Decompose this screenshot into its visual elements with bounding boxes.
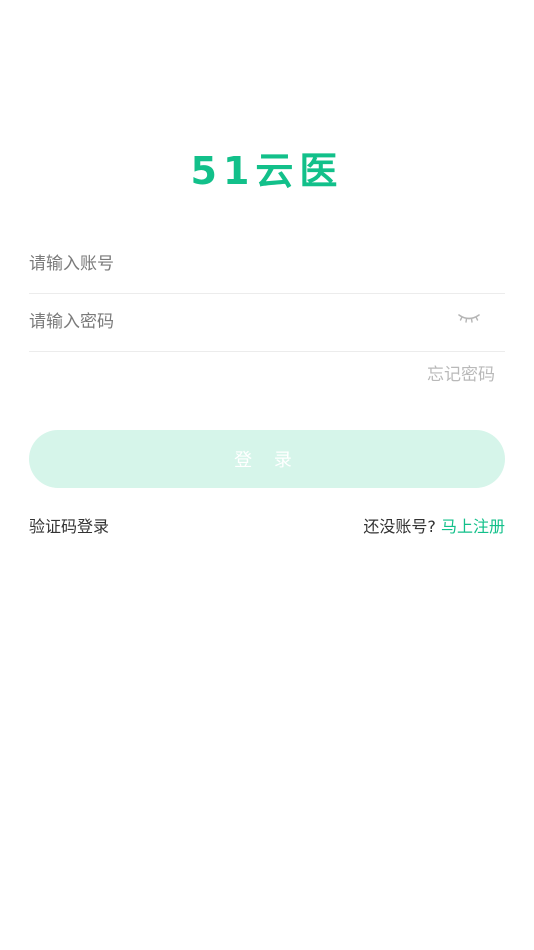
register-link[interactable]: 马上注册 [441, 517, 505, 536]
password-input[interactable] [29, 294, 449, 350]
password-field-row [29, 294, 505, 352]
register-row: 还没账号? 马上注册 [363, 513, 505, 537]
eye-closed-icon[interactable] [457, 310, 481, 326]
account-field-row [29, 236, 505, 294]
login-button[interactable]: 登 录 [29, 430, 505, 488]
no-account-text: 还没账号? [363, 517, 436, 536]
forgot-password-link[interactable]: 忘记密码 [427, 360, 495, 385]
account-input[interactable] [29, 236, 449, 292]
login-screen: 51云医 忘记密码 登 录 验证码登录 还没账号? 马上注册 [0, 0, 534, 950]
sms-login-link[interactable]: 验证码登录 [29, 513, 109, 537]
app-logo: 51云医 [190, 149, 344, 193]
